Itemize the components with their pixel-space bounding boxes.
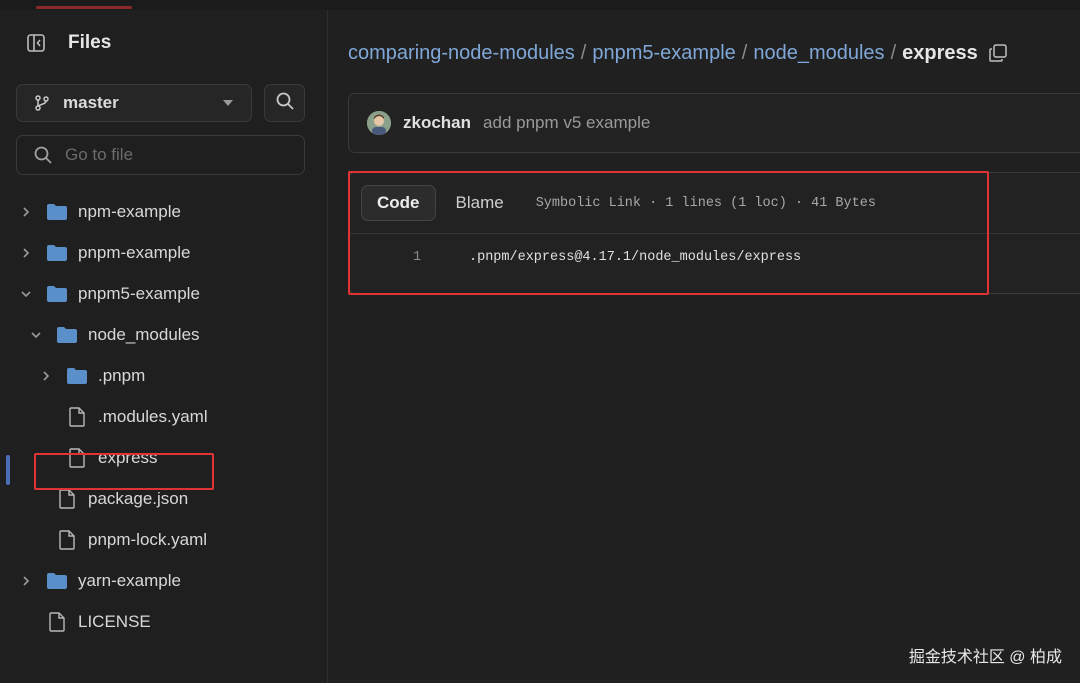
branch-selector[interactable]: master xyxy=(16,84,252,122)
tree-folder-item[interactable]: .pnpm xyxy=(0,355,327,396)
tree-folder-item[interactable]: yarn-example xyxy=(0,560,327,601)
branch-name: master xyxy=(63,93,119,112)
chevron-right-icon[interactable] xyxy=(20,575,32,587)
tree-item-label: pnpm-lock.yaml xyxy=(88,529,208,549)
file-icon xyxy=(56,529,78,550)
tree-folder-item[interactable]: pnpm5-example xyxy=(0,273,327,314)
highlight-box-file-content xyxy=(348,171,989,295)
chevron-right-icon[interactable] xyxy=(40,370,52,382)
highlight-box-express xyxy=(34,453,214,490)
latest-commit-bar: zkochan add pnpm v5 example xyxy=(348,93,1080,153)
folder-icon xyxy=(66,366,88,386)
watermark: 掘金技术社区 @ 柏成 xyxy=(908,649,1062,666)
chevron-down-icon[interactable] xyxy=(20,288,32,300)
active-item-indicator xyxy=(6,455,10,485)
folder-open-icon xyxy=(46,284,68,304)
top-bar xyxy=(0,0,1080,10)
tree-item-label: .modules.yaml xyxy=(98,406,208,426)
sidebar-header: Files xyxy=(24,30,111,56)
tree-file-item[interactable]: LICENSE xyxy=(0,601,327,642)
search-icon xyxy=(33,145,53,165)
tree-item-label: npm-example xyxy=(78,201,181,221)
chevron-right-icon[interactable] xyxy=(20,247,32,259)
go-to-file-box[interactable] xyxy=(16,135,305,175)
top-tab-indicator xyxy=(36,6,132,9)
file-icon xyxy=(46,611,68,632)
breadcrumb-link-folder[interactable]: pnpm5-example xyxy=(592,42,735,65)
chevron-down-icon xyxy=(223,100,233,106)
breadcrumb-link-repo[interactable]: comparing-node-modules xyxy=(348,42,575,65)
tree-folder-item[interactable]: node_modules xyxy=(0,314,327,355)
tree-item-label: pnpm5-example xyxy=(78,283,200,303)
tree-folder-item[interactable]: pnpm-example xyxy=(0,232,327,273)
sidebar-title: Files xyxy=(68,32,112,53)
breadcrumb: comparing-node-modules / pnpm5-example /… xyxy=(348,38,1008,68)
go-to-file-input[interactable] xyxy=(63,144,287,166)
tree-item-label: yarn-example xyxy=(78,570,181,590)
search-button[interactable] xyxy=(264,84,305,122)
file-tree: npm-example pnpm-example pnpm5-example node… xyxy=(0,191,327,642)
chevron-down-icon[interactable] xyxy=(30,329,42,341)
tree-file-item[interactable]: .modules.yaml xyxy=(0,396,327,437)
commit-author[interactable]: zkochan xyxy=(403,113,471,133)
avatar[interactable] xyxy=(367,111,391,135)
search-icon xyxy=(275,91,295,116)
folder-open-icon xyxy=(56,325,78,345)
breadcrumb-separator: / xyxy=(741,41,748,64)
file-icon xyxy=(56,488,78,509)
folder-icon xyxy=(46,571,68,591)
file-icon xyxy=(66,406,88,427)
folder-icon xyxy=(46,243,68,263)
tree-item-label: pnpm-example xyxy=(78,242,191,262)
breadcrumb-link-subfolder[interactable]: node_modules xyxy=(753,42,884,65)
sidebar-collapse-icon[interactable] xyxy=(24,31,48,55)
breadcrumb-separator: / xyxy=(890,41,897,64)
copy-icon[interactable] xyxy=(988,43,1008,63)
tree-item-label: LICENSE xyxy=(78,611,151,631)
git-branch-icon xyxy=(33,93,53,113)
tree-item-label: node_modules xyxy=(88,324,200,344)
breadcrumb-current: express xyxy=(902,41,978,64)
chevron-right-icon[interactable] xyxy=(20,206,32,218)
commit-message[interactable]: add pnpm v5 example xyxy=(483,113,650,133)
tree-item-label: package.json xyxy=(88,488,189,508)
folder-icon xyxy=(46,202,68,222)
tree-file-item[interactable]: pnpm-lock.yaml xyxy=(0,519,327,560)
tree-item-label: .pnpm xyxy=(98,365,146,385)
tree-folder-item[interactable]: npm-example xyxy=(0,191,327,232)
breadcrumb-separator: / xyxy=(580,41,587,64)
